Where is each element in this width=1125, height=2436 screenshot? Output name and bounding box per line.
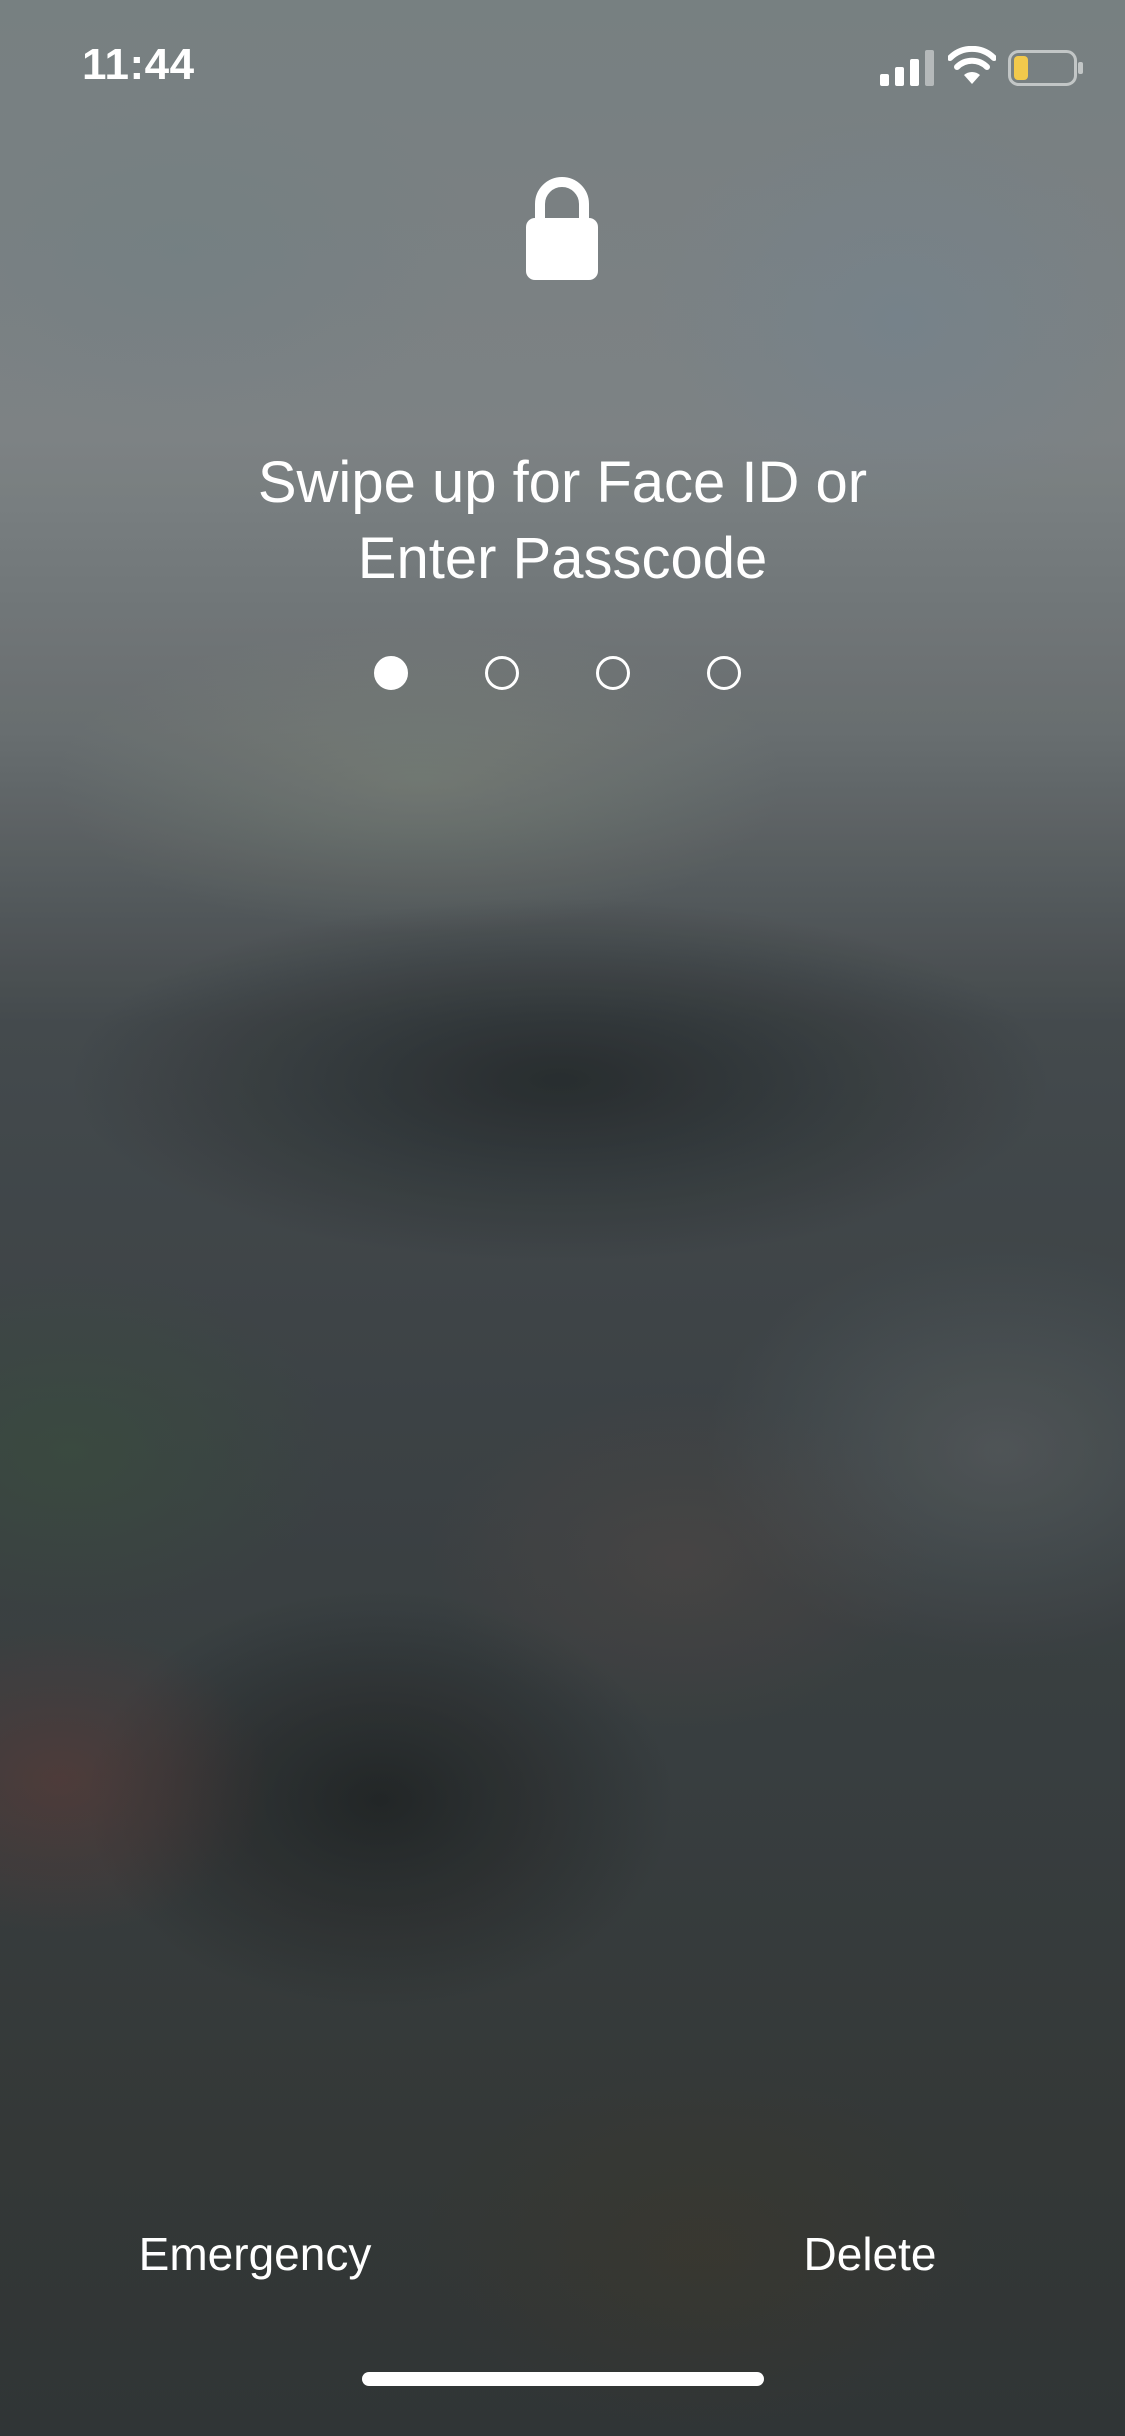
prompt-line-2: Enter Passcode bbox=[357, 526, 768, 591]
status-bar: 11:44 bbox=[0, 0, 1125, 140]
lock-screen: 11:44 Swipe up for Face ID or Enter Pass… bbox=[0, 0, 1125, 2436]
cellular-signal-icon bbox=[880, 50, 934, 86]
passcode-dot-empty bbox=[707, 656, 741, 690]
delete-button[interactable]: Delete bbox=[770, 2214, 970, 2294]
prompt-line-1: Swipe up for Face ID or bbox=[257, 450, 868, 515]
home-indicator[interactable] bbox=[362, 2372, 764, 2386]
passcode-dot-filled bbox=[374, 656, 408, 690]
passcode-dot-empty bbox=[485, 656, 519, 690]
emergency-button[interactable]: Emergency bbox=[110, 2214, 400, 2294]
battery-low-icon bbox=[1008, 50, 1083, 86]
unlock-prompt: Swipe up for Face ID or Enter Passcode bbox=[0, 445, 1125, 597]
wallpaper-dim-overlay bbox=[0, 0, 1125, 2436]
passcode-dot-empty bbox=[596, 656, 630, 690]
lock-icon bbox=[526, 177, 598, 280]
passcode-dots bbox=[374, 656, 754, 696]
status-time: 11:44 bbox=[82, 40, 195, 89]
wifi-icon bbox=[948, 46, 996, 84]
